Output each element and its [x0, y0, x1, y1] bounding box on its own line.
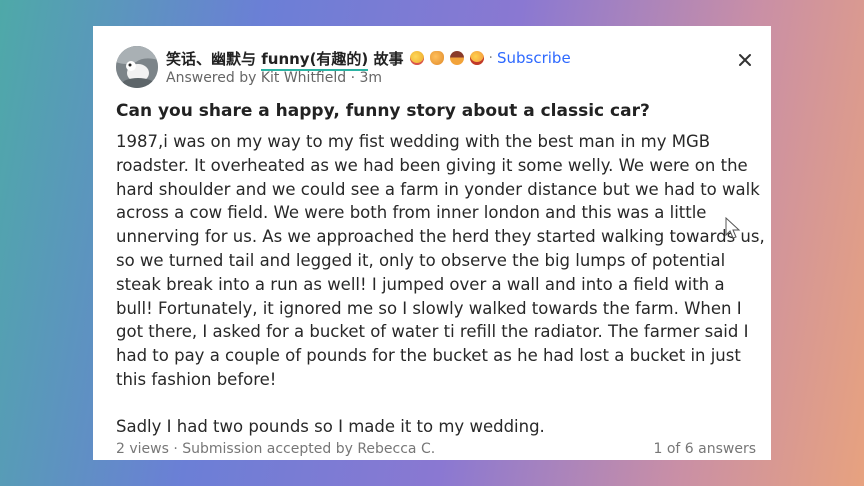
- grinning-emoji-icon: [469, 51, 484, 65]
- mouse-cursor-icon: [725, 217, 741, 239]
- answer-body: 1987,i was on my way to my fist wedding …: [116, 130, 766, 439]
- answer-card: 笑话、幽默与 funny(有趣的) 故事 · Subscribe Answere…: [93, 26, 771, 460]
- subscribe-button[interactable]: Subscribe: [497, 49, 571, 67]
- answer-footer: 2 views · Submission accepted by Rebecca…: [116, 441, 756, 460]
- avatar-image: [116, 46, 158, 88]
- cat-emoji-icon: [429, 51, 444, 65]
- close-icon: [739, 54, 751, 66]
- close-button[interactable]: [733, 48, 757, 72]
- star-struck-emoji-icon: [409, 51, 424, 65]
- answer-meta: Answered by Kit Whitfield · 3m: [166, 70, 383, 86]
- answer-count: 1 of 6 answers: [653, 441, 756, 457]
- space-header: 笑话、幽默与 funny(有趣的) 故事 · Subscribe: [166, 47, 571, 71]
- space-name-highlight: funny(有趣的): [261, 49, 369, 71]
- space-name-suffix: 故事: [368, 49, 404, 68]
- answer-paragraph: 1987,i was on my way to my fist wedding …: [116, 132, 765, 389]
- space-name[interactable]: 笑话、幽默与 funny(有趣的) 故事: [166, 48, 404, 71]
- space-name-prefix: 笑话、幽默与: [166, 49, 262, 68]
- separator-dot: ·: [488, 50, 493, 66]
- cowboy-emoji-icon: [449, 51, 464, 65]
- answer-paragraph: Sadly I had two pounds so I made it to m…: [116, 416, 545, 436]
- question-title[interactable]: Can you share a happy, funny story about…: [116, 101, 756, 121]
- avatar[interactable]: [116, 46, 158, 88]
- view-stats[interactable]: 2 views · Submission accepted by Rebecca…: [116, 441, 435, 457]
